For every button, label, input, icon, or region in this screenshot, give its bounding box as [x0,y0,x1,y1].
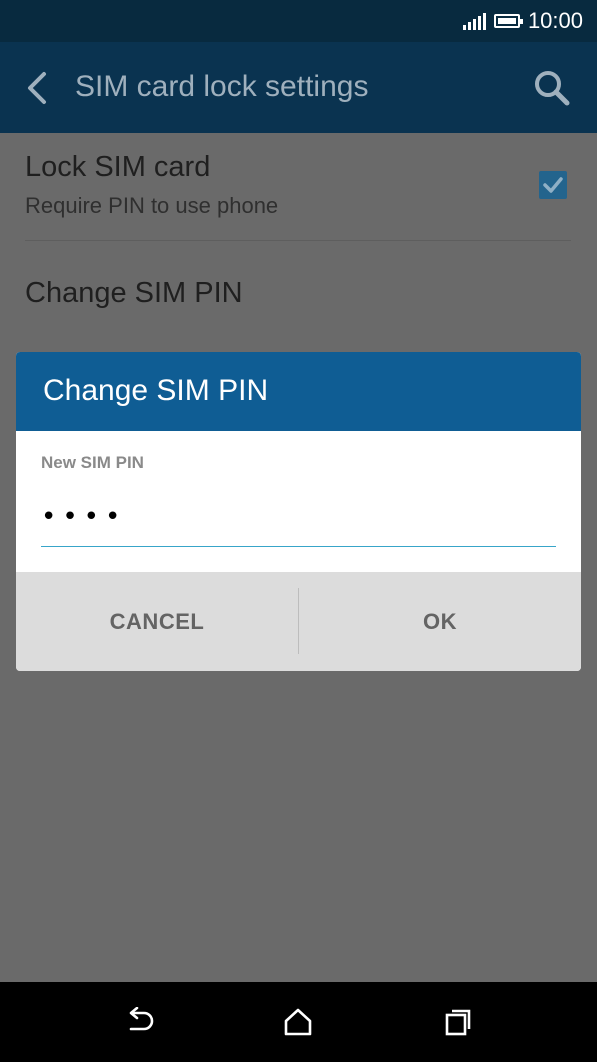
dialog-actions: CANCEL OK [16,572,581,671]
home-icon[interactable] [276,1002,320,1042]
change-sim-pin-title: Change SIM PIN [25,277,243,309]
new-pin-label: New SIM PIN [41,453,144,472]
navigation-bar [0,982,597,1062]
lock-sim-card-item[interactable]: Lock SIM card Require PIN to use phone [0,133,597,240]
signal-icon [462,12,486,30]
change-sim-pin-item[interactable]: Change SIM PIN [0,241,597,351]
input-underline [41,546,556,547]
ok-button[interactable]: OK [299,572,581,671]
dialog-title: Change SIM PIN [43,374,269,407]
status-time: 10:00 [527,8,583,33]
dialog-header: Change SIM PIN [16,352,581,431]
checkmark-icon [543,177,563,193]
dialog-body: New SIM PIN [16,431,581,572]
search-icon[interactable] [533,69,571,107]
new-pin-input[interactable] [41,491,555,543]
recents-icon[interactable] [436,1002,480,1042]
back-nav-icon[interactable] [117,1002,161,1042]
battery-icon [493,14,523,28]
status-bar: 10:00 [0,0,597,42]
app-bar: SIM card lock settings [0,42,597,133]
lock-sim-card-subtitle: Require PIN to use phone [25,193,279,218]
lock-sim-checkbox[interactable] [539,171,567,199]
back-icon[interactable] [22,68,52,108]
change-pin-dialog: Change SIM PIN New SIM PIN CANCEL OK [16,352,581,671]
status-icons: 10:00 [462,0,583,42]
cancel-button[interactable]: CANCEL [16,572,298,671]
page-title: SIM card lock settings [75,70,369,103]
lock-sim-card-title: Lock SIM card [25,151,211,183]
